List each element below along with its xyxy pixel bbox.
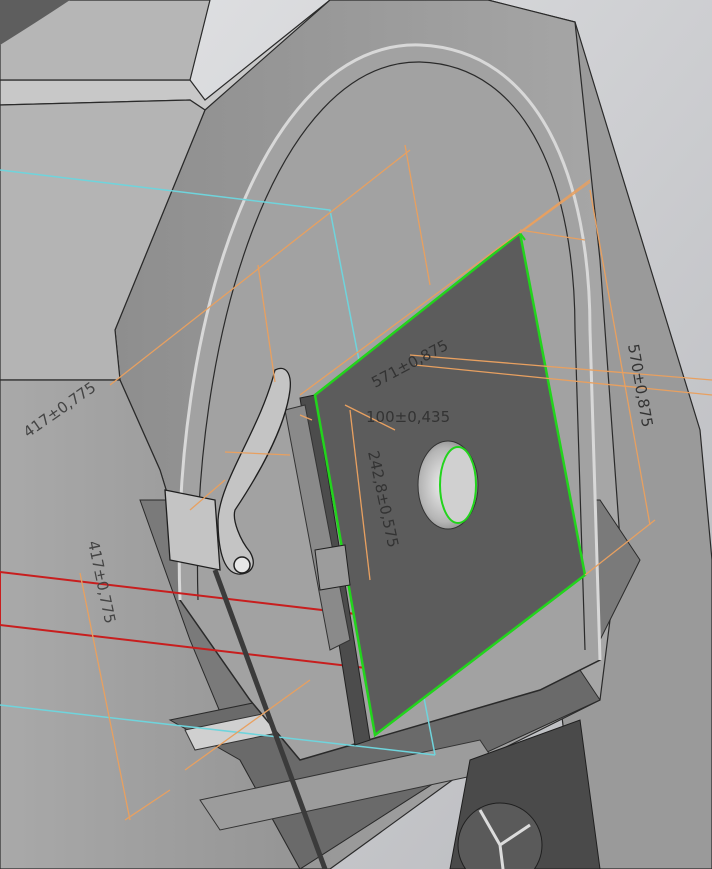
dim-100[interactable]: 100±0,435 <box>366 408 450 426</box>
hinge-block <box>314 544 351 591</box>
latch-pivot <box>233 556 251 574</box>
cad-model-view[interactable]: 417±0,775 571±0,875 570±0,875 100±0,435 … <box>0 0 712 869</box>
bore-edge <box>439 446 477 524</box>
latch-bracket <box>164 489 221 571</box>
cad-viewport[interactable]: 417±0,775 571±0,875 570±0,875 100±0,435 … <box>0 0 712 869</box>
